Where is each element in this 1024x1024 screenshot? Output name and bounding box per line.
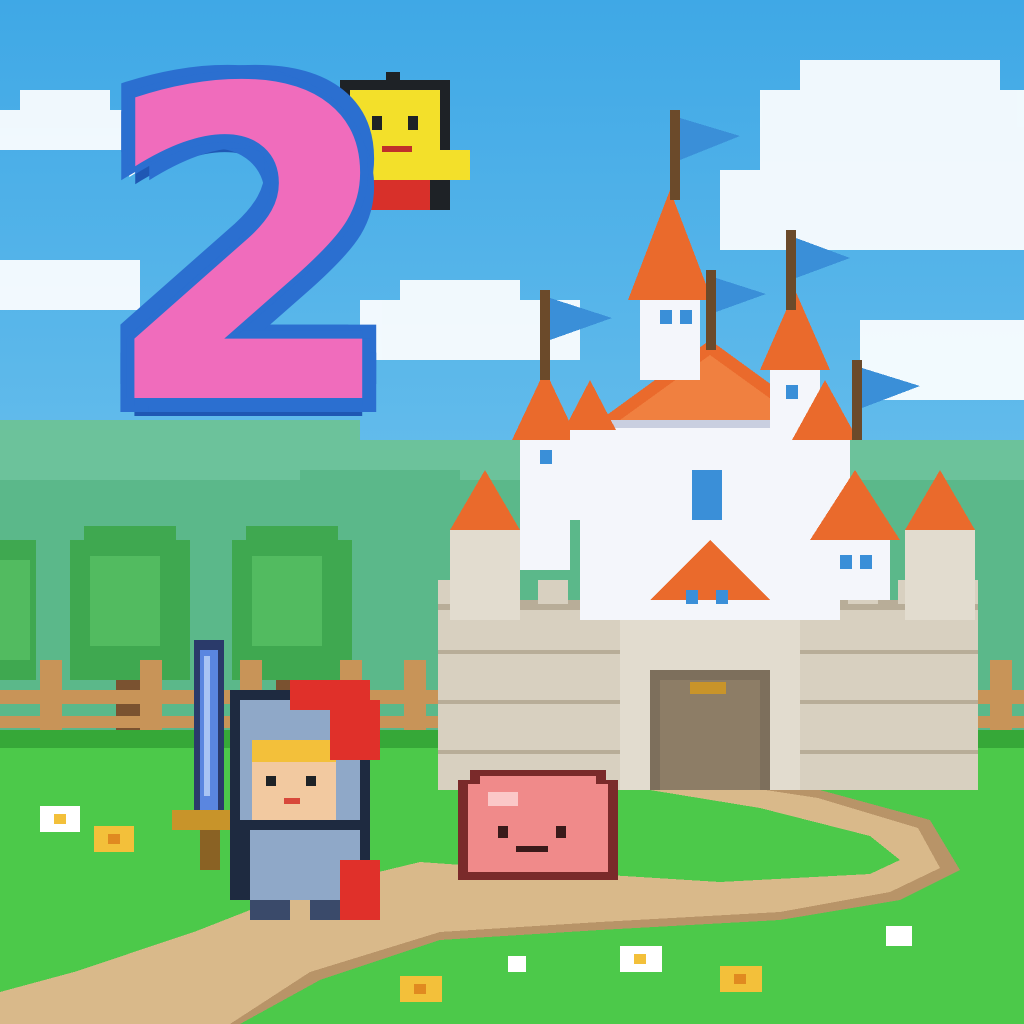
logo-numeral: 2 bbox=[94, 0, 405, 500]
slime-icon bbox=[458, 770, 618, 880]
game-icon-artwork: 2 bbox=[0, 0, 1024, 1024]
